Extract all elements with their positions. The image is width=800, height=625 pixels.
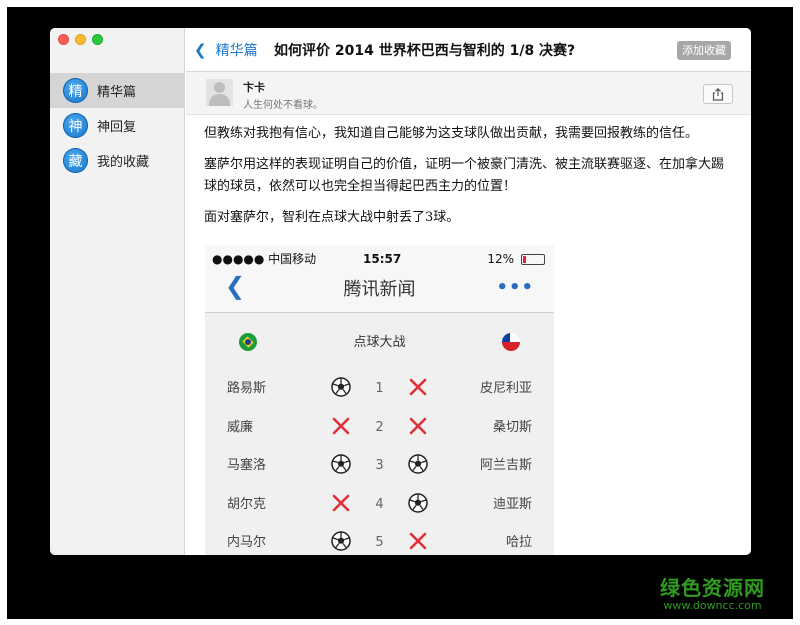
chile-player: 哈拉 xyxy=(505,535,532,550)
miss-cross-icon xyxy=(408,377,428,397)
chile-player: 迪亚斯 xyxy=(492,496,532,512)
sidebar-item-label: 神回复 xyxy=(97,120,137,135)
article-content: 但教练对我抱有信心，我知道自己能够为这支球队做出贡献，我需要回报教练的信任。 塞… xyxy=(186,116,751,555)
add-favorite-button[interactable]: 添加收藏 xyxy=(677,41,731,60)
chile-player: 皮尼利亚 xyxy=(479,381,532,396)
share-icon xyxy=(712,87,724,101)
sidebar-nav: 精 精华篇 神 神回复 藏 我的收藏 xyxy=(50,73,185,178)
author-bar: 卞卡 人生何处不看球。 xyxy=(186,72,751,115)
sidebar-item-label: 精华篇 xyxy=(97,85,137,100)
header-bar: ❮ 精华篇 如何评价 2014 世界杯巴西与智利的 1/8 决赛? 添加收藏 xyxy=(186,28,751,72)
sidebar-item-favorites[interactable]: 藏 我的收藏 xyxy=(50,143,185,178)
penalty-header: 点球大战 xyxy=(205,325,554,359)
minimize-window-button[interactable] xyxy=(75,34,86,45)
featured-icon: 精 xyxy=(63,78,88,103)
article-paragraph: 面对塞萨尔，智利在点球大战中射丢了3球。 xyxy=(204,210,460,225)
goal-ball-icon xyxy=(408,454,428,474)
author-bio: 人生何处不看球。 xyxy=(243,100,323,111)
chile-player: 阿兰吉斯 xyxy=(479,458,532,473)
window-controls xyxy=(58,34,103,45)
kick-number: 5 xyxy=(375,535,384,550)
goal-ball-icon xyxy=(408,492,428,513)
penalty-row: 内马尔 5 哈拉 xyxy=(205,526,554,555)
watermark-logo: 绿色资源网 www.downcc.com xyxy=(660,572,765,612)
miss-cross-icon xyxy=(408,416,428,436)
penalty-row: 胡尔克 4 迪亚斯 xyxy=(205,488,554,518)
share-button[interactable] xyxy=(703,84,733,104)
replies-icon: 神 xyxy=(63,113,88,138)
back-label: 精华篇 xyxy=(215,43,258,59)
zoom-window-button[interactable] xyxy=(92,34,103,45)
penalty-row: 马塞洛 3 阿兰吉斯 xyxy=(205,449,554,479)
back-button[interactable]: ❮ 精华篇 xyxy=(194,40,258,60)
close-window-button[interactable] xyxy=(58,34,69,45)
phone-status-bar: ●●●●● 中国移动 15:57 12% xyxy=(205,245,554,267)
embedded-screenshot: ●●●●● 中国移动 15:57 12% ❮ 腾讯新闻 ••• 点球大战 路易斯… xyxy=(205,245,554,555)
battery-icon xyxy=(521,253,545,265)
chile-player: 桑切斯 xyxy=(492,419,532,435)
page-title: 如何评价 2014 世界杯巴西与智利的 1/8 决赛? xyxy=(274,43,576,59)
favorites-icon: 藏 xyxy=(63,148,88,173)
sidebar-item-replies[interactable]: 神 神回复 xyxy=(50,108,185,143)
sidebar: 精 精华篇 神 神回复 藏 我的收藏 xyxy=(50,28,185,555)
app-window: 精 精华篇 神 神回复 藏 我的收藏 ❮ 精华篇 如何评价 2014 世界杯巴西… xyxy=(50,28,751,555)
miss-cross-icon xyxy=(408,531,428,551)
author-name[interactable]: 卞卡 xyxy=(243,79,265,95)
watermark-title: 绿色资源网 xyxy=(660,576,765,600)
chevron-left-icon: ❮ xyxy=(194,41,207,59)
sidebar-item-label: 我的收藏 xyxy=(97,155,150,170)
avatar[interactable] xyxy=(206,79,233,106)
more-icon: ••• xyxy=(496,277,534,298)
watermark-url: www.downcc.com xyxy=(663,599,762,612)
chile-flag-icon xyxy=(502,333,520,351)
sidebar-item-featured[interactable]: 精 精华篇 xyxy=(50,73,185,108)
article-paragraph: 但教练对我抱有信心，我知道自己能够为这支球队做出贡献，我需要回报教练的信任。 xyxy=(204,126,699,141)
penalty-row: 威廉 2 桑切斯 xyxy=(205,411,554,441)
phone-nav-bar: ❮ 腾讯新闻 ••• xyxy=(205,267,554,313)
article-paragraph: 塞萨尔用这样的表现证明自己的价值，证明一个被豪门清洗、被主流联赛驱逐、在加拿大踢… xyxy=(204,157,725,194)
penalty-row: 路易斯 1 皮尼利亚 xyxy=(205,372,554,402)
